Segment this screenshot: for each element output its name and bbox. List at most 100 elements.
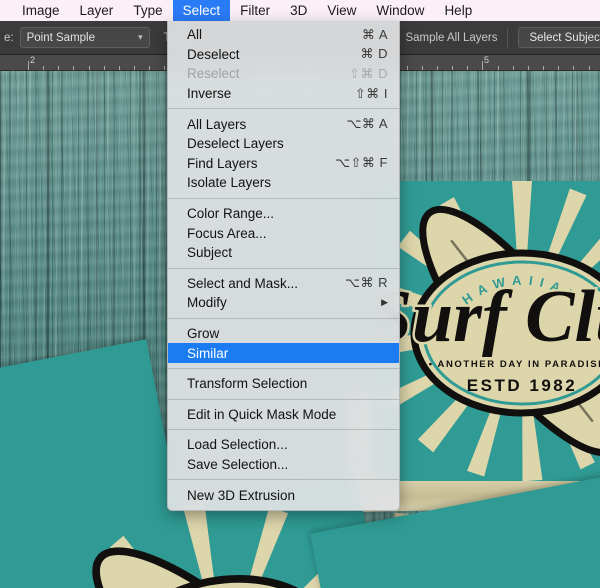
logo-artwork: HAWAIIAN • ANOTHER DAY IN PARADISE • EST…: [372, 181, 600, 481]
sample-size-value: Point Sample: [26, 31, 95, 44]
menu-separator: [168, 108, 399, 110]
menu-item-modify[interactable]: Modify ▶: [168, 293, 399, 313]
menu-item-select-and-mask[interactable]: Select and Mask... ⌥⌘ R: [168, 274, 399, 294]
menu-item-label: Similar: [187, 345, 229, 361]
menu-separator: [168, 267, 399, 269]
menu-item-shortcut: ⌥⇧⌘ F: [335, 155, 388, 171]
menu-item-transform-selection[interactable]: Transform Selection: [168, 374, 399, 394]
menu-item-new-3d-extrusion[interactable]: New 3D Extrusion: [168, 485, 399, 505]
menu-item-shortcut: ⇧⌘ I: [354, 85, 388, 101]
sample-all-layers-label: Sample All Layers: [405, 31, 498, 44]
menu-item-shortcut: ⌘ A: [361, 26, 388, 42]
menu-item-shortcut: ⇧⌘ D: [349, 65, 388, 81]
ruler-tick: [134, 66, 135, 70]
submenu-arrow-icon: ▶: [381, 297, 388, 308]
ruler-tick: [58, 66, 59, 70]
menu-item-label: Select and Mask...: [187, 275, 299, 291]
ruler-tick: [407, 66, 408, 70]
menubar-item-type[interactable]: Type: [123, 0, 172, 21]
menubar-item-help[interactable]: Help: [434, 0, 482, 21]
surf-club-logo-primary: HAWAIIAN • ANOTHER DAY IN PARADISE • EST…: [372, 181, 600, 481]
menu-item-all[interactable]: All ⌘ A: [168, 25, 399, 45]
ruler-tick: [528, 66, 529, 70]
menu-item-shortcut: ⌘ D: [360, 46, 388, 62]
menu-item-subject[interactable]: Subject: [168, 243, 399, 263]
menu-item-find-layers[interactable]: Find Layers ⌥⇧⌘ F: [168, 154, 399, 174]
ruler-label: 2: [30, 55, 36, 65]
menubar-item-view[interactable]: View: [317, 0, 366, 21]
photoshop-window: HAWAIIAN • ANOTHER DAY IN PARADISE • EST…: [0, 0, 600, 588]
ruler-tick: [452, 66, 453, 70]
menu-item-load-selection[interactable]: Load Selection...: [168, 435, 399, 455]
logo-script-text: Surf Club: [372, 276, 600, 358]
ruler-tick: [149, 66, 150, 70]
menu-item-save-selection[interactable]: Save Selection...: [168, 455, 399, 475]
menu-item-label: All: [187, 27, 203, 43]
menu-item-label: Edit in Quick Mask Mode: [187, 406, 337, 422]
ruler-tick: [543, 66, 544, 70]
menu-item-deselect[interactable]: Deselect ⌘ D: [168, 45, 399, 65]
select-subject-button[interactable]: Select Subject: [518, 27, 600, 48]
menubar-item-select[interactable]: Select: [172, 0, 231, 21]
menu-separator: [168, 398, 399, 400]
select-dropdown-menu[interactable]: All ⌘ A Deselect ⌘ D Reselect ⇧⌘ D Inverse ⇧⌘ I…: [167, 21, 400, 511]
sample-all-layers-checkbox[interactable]: Sample All Layers: [386, 31, 498, 44]
menu-item-label: Transform Selection: [187, 376, 308, 392]
menubar-item-layer[interactable]: Layer: [70, 0, 124, 21]
ruler-tick: [104, 66, 105, 70]
menubar-item-3d[interactable]: 3D: [280, 0, 317, 21]
sample-size-label: e:: [4, 31, 14, 44]
menu-item-label: Isolate Layers: [187, 175, 272, 191]
select-subject-label: Select Subject: [529, 31, 600, 44]
menu-item-label: Color Range...: [187, 206, 275, 222]
menu-item-label: Save Selection...: [187, 456, 289, 472]
menu-item-all-layers[interactable]: All Layers ⌥⌘ A: [168, 114, 399, 134]
menu-item-label: New 3D Extrusion: [187, 487, 296, 503]
menu-item-label: Deselect Layers: [187, 136, 284, 152]
menu-item-edit-in-quick-mask-mode[interactable]: Edit in Quick Mask Mode: [168, 405, 399, 425]
menu-item-focus-area[interactable]: Focus Area...: [168, 223, 399, 243]
menu-item-isolate-layers[interactable]: Isolate Layers: [168, 173, 399, 193]
menu-item-reselect: Reselect ⇧⌘ D: [168, 64, 399, 84]
logo-tagline: • ANOTHER DAY IN PARADISE •: [429, 359, 600, 370]
ruler-tick: [119, 66, 120, 70]
ruler-tick: [437, 66, 438, 70]
menu-item-label: Deselect: [187, 46, 240, 62]
menu-item-color-range[interactable]: Color Range...: [168, 204, 399, 224]
ruler-tick: [164, 66, 165, 70]
menubar-item-window[interactable]: Window: [366, 0, 434, 21]
menu-item-shortcut: ⌥⌘ R: [345, 275, 388, 291]
ruler-tick: [467, 66, 468, 70]
menu-item-label: All Layers: [187, 116, 247, 132]
menubar-item-image[interactable]: Image: [12, 0, 70, 21]
menu-item-label: Inverse: [187, 86, 232, 102]
menu-separator: [168, 479, 399, 481]
menu-item-shortcut: ⌥⌘ A: [346, 116, 388, 132]
logo-established: ESTD 1982: [467, 376, 577, 395]
menu-separator: [168, 197, 399, 199]
menu-item-similar[interactable]: Similar: [168, 343, 399, 363]
menu-item-label: Load Selection...: [187, 437, 288, 453]
menu-item-label: Modify: [187, 295, 227, 311]
ruler-label: 5: [484, 55, 490, 65]
menu-item-deselect-layers[interactable]: Deselect Layers: [168, 134, 399, 154]
menubar-item-filter[interactable]: Filter: [230, 0, 280, 21]
ruler-tick: [589, 66, 590, 70]
menu-separator: [168, 429, 399, 431]
divider: [507, 27, 509, 48]
menu-item-grow[interactable]: Grow: [168, 324, 399, 344]
menu-separator: [168, 317, 399, 319]
sample-size-dropdown[interactable]: Point Sample ▾: [19, 27, 150, 48]
menu-item-label: Find Layers: [187, 155, 258, 171]
ruler-tick: [422, 66, 423, 70]
menu-bar: Image Layer Type Select Filter 3D View Window He…: [0, 0, 600, 21]
menu-item-label: Focus Area...: [187, 225, 267, 241]
menu-item-label: Reselect: [187, 66, 240, 82]
chevron-down-icon: ▾: [138, 32, 143, 42]
menu-separator: [168, 367, 399, 369]
menu-item-inverse[interactable]: Inverse ⇧⌘ I: [168, 84, 399, 104]
menu-item-label: Grow: [187, 326, 220, 342]
ruler-tick: [573, 66, 574, 70]
ruler-tick: [73, 66, 74, 70]
ruler-tick: [89, 66, 90, 70]
